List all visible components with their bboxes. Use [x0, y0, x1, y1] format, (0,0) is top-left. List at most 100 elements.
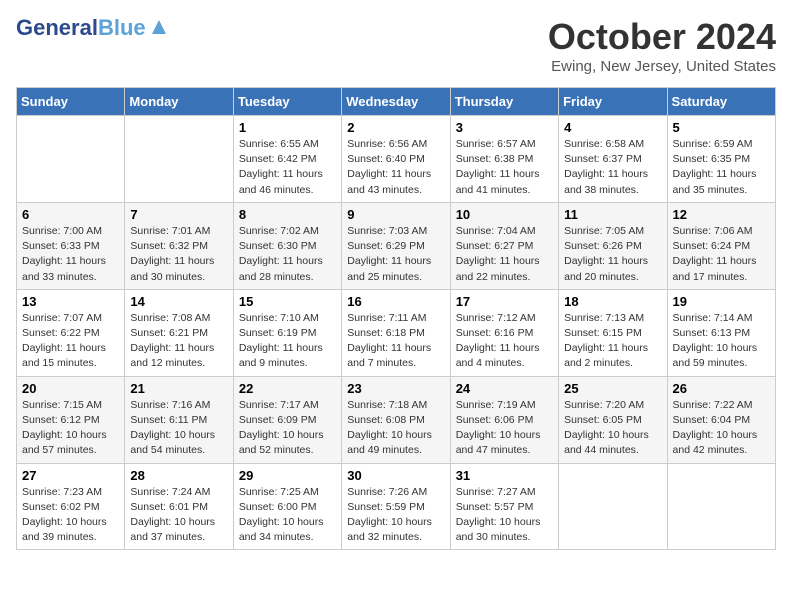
day-number: 1 [239, 120, 336, 135]
day-info: Sunrise: 7:17 AM Sunset: 6:09 PM Dayligh… [239, 398, 336, 459]
calendar-cell: 12 Sunrise: 7:06 AM Sunset: 6:24 PM Dayli… [667, 202, 775, 289]
weekday-header-wednesday: Wednesday [342, 88, 450, 116]
day-info: Sunrise: 7:06 AM Sunset: 6:24 PM Dayligh… [673, 224, 770, 285]
calendar-week-row: 6 Sunrise: 7:00 AM Sunset: 6:33 PM Daylig… [17, 202, 776, 289]
calendar-cell: 10 Sunrise: 7:04 AM Sunset: 6:27 PM Dayli… [450, 202, 558, 289]
calendar-cell [559, 463, 667, 550]
calendar-cell: 28 Sunrise: 7:24 AM Sunset: 6:01 PM Dayli… [125, 463, 233, 550]
day-number: 29 [239, 468, 336, 483]
calendar-cell [667, 463, 775, 550]
calendar-cell [125, 116, 233, 203]
day-info: Sunrise: 7:15 AM Sunset: 6:12 PM Dayligh… [22, 398, 119, 459]
calendar-cell: 14Sunrise: 7:08 AM Sunset: 6:21 PM Dayli… [125, 289, 233, 376]
day-info: Sunrise: 7:13 AM Sunset: 6:15 PM Dayligh… [564, 311, 661, 372]
day-number: 23 [347, 381, 444, 396]
location: Ewing, New Jersey, United States [548, 58, 776, 75]
calendar-cell: 6 Sunrise: 7:00 AM Sunset: 6:33 PM Daylig… [17, 202, 125, 289]
day-number: 31 [456, 468, 553, 483]
day-number: 8 [239, 207, 336, 222]
calendar-cell: 9 Sunrise: 7:03 AM Sunset: 6:29 PM Daylig… [342, 202, 450, 289]
day-info: Sunrise: 6:55 AM Sunset: 6:42 PM Dayligh… [239, 137, 336, 198]
calendar-cell: 23 Sunrise: 7:18 AM Sunset: 6:08 PM Dayli… [342, 376, 450, 463]
day-number: 28 [130, 468, 227, 483]
day-info: Sunrise: 7:23 AM Sunset: 6:02 PM Dayligh… [22, 485, 119, 546]
day-number: 21 [130, 381, 227, 396]
day-number: 30 [347, 468, 444, 483]
day-number: 19 [673, 294, 770, 309]
day-number: 17 [456, 294, 553, 309]
day-number: 4 [564, 120, 661, 135]
calendar-week-row: 27 Sunrise: 7:23 AM Sunset: 6:02 PM Dayli… [17, 463, 776, 550]
day-info: Sunrise: 7:12 AM Sunset: 6:16 PM Dayligh… [456, 311, 553, 372]
day-number: 18 [564, 294, 661, 309]
calendar-header-row: SundayMondayTuesdayWednesdayThursdayFrid… [17, 88, 776, 116]
day-number: 5 [673, 120, 770, 135]
calendar-cell: 4Sunrise: 6:58 AM Sunset: 6:37 PM Daylig… [559, 116, 667, 203]
weekday-header-thursday: Thursday [450, 88, 558, 116]
day-number: 16 [347, 294, 444, 309]
day-number: 26 [673, 381, 770, 396]
day-number: 10 [456, 207, 553, 222]
day-info: Sunrise: 7:10 AM Sunset: 6:19 PM Dayligh… [239, 311, 336, 372]
day-number: 9 [347, 207, 444, 222]
day-info: Sunrise: 7:04 AM Sunset: 6:27 PM Dayligh… [456, 224, 553, 285]
calendar-cell: 25 Sunrise: 7:20 AM Sunset: 6:05 PM Dayli… [559, 376, 667, 463]
day-info: Sunrise: 7:19 AM Sunset: 6:06 PM Dayligh… [456, 398, 553, 459]
logo-icon [148, 16, 170, 38]
day-info: Sunrise: 7:07 AM Sunset: 6:22 PM Dayligh… [22, 311, 119, 372]
calendar-week-row: 13Sunrise: 7:07 AM Sunset: 6:22 PM Dayli… [17, 289, 776, 376]
day-info: Sunrise: 7:03 AM Sunset: 6:29 PM Dayligh… [347, 224, 444, 285]
day-number: 12 [673, 207, 770, 222]
calendar-cell: 1 Sunrise: 6:55 AM Sunset: 6:42 PM Daylig… [233, 116, 341, 203]
day-number: 24 [456, 381, 553, 396]
day-info: Sunrise: 6:56 AM Sunset: 6:40 PM Dayligh… [347, 137, 444, 198]
day-info: Sunrise: 6:57 AM Sunset: 6:38 PM Dayligh… [456, 137, 553, 198]
calendar-cell: 16 Sunrise: 7:11 AM Sunset: 6:18 PM Dayli… [342, 289, 450, 376]
day-info: Sunrise: 7:22 AM Sunset: 6:04 PM Dayligh… [673, 398, 770, 459]
calendar-cell: 8 Sunrise: 7:02 AM Sunset: 6:30 PM Daylig… [233, 202, 341, 289]
day-number: 15 [239, 294, 336, 309]
day-number: 7 [130, 207, 227, 222]
day-info: Sunrise: 7:01 AM Sunset: 6:32 PM Dayligh… [130, 224, 227, 285]
title-section: October 2024 Ewing, New Jersey, United S… [548, 16, 776, 75]
calendar-cell: 26 Sunrise: 7:22 AM Sunset: 6:04 PM Dayli… [667, 376, 775, 463]
calendar-cell: 18 Sunrise: 7:13 AM Sunset: 6:15 PM Dayli… [559, 289, 667, 376]
day-number: 20 [22, 381, 119, 396]
calendar-cell: 29 Sunrise: 7:25 AM Sunset: 6:00 PM Dayli… [233, 463, 341, 550]
calendar-cell [17, 116, 125, 203]
day-info: Sunrise: 7:02 AM Sunset: 6:30 PM Dayligh… [239, 224, 336, 285]
weekday-header-monday: Monday [125, 88, 233, 116]
calendar-cell: 27 Sunrise: 7:23 AM Sunset: 6:02 PM Dayli… [17, 463, 125, 550]
day-number: 25 [564, 381, 661, 396]
weekday-header-tuesday: Tuesday [233, 88, 341, 116]
calendar-cell: 15 Sunrise: 7:10 AM Sunset: 6:19 PM Dayli… [233, 289, 341, 376]
calendar-cell: 11Sunrise: 7:05 AM Sunset: 6:26 PM Dayli… [559, 202, 667, 289]
logo: GeneralBlue [16, 16, 170, 40]
day-number: 22 [239, 381, 336, 396]
calendar-cell: 17 Sunrise: 7:12 AM Sunset: 6:16 PM Dayli… [450, 289, 558, 376]
day-info: Sunrise: 7:00 AM Sunset: 6:33 PM Dayligh… [22, 224, 119, 285]
day-info: Sunrise: 7:25 AM Sunset: 6:00 PM Dayligh… [239, 485, 336, 546]
calendar-cell: 20 Sunrise: 7:15 AM Sunset: 6:12 PM Dayli… [17, 376, 125, 463]
logo-text: GeneralBlue [16, 16, 146, 40]
day-info: Sunrise: 6:59 AM Sunset: 6:35 PM Dayligh… [673, 137, 770, 198]
month-title: October 2024 [548, 16, 776, 58]
day-number: 6 [22, 207, 119, 222]
day-info: Sunrise: 7:26 AM Sunset: 5:59 PM Dayligh… [347, 485, 444, 546]
day-number: 27 [22, 468, 119, 483]
weekday-header-friday: Friday [559, 88, 667, 116]
calendar-cell: 19Sunrise: 7:14 AM Sunset: 6:13 PM Dayli… [667, 289, 775, 376]
calendar-cell: 21Sunrise: 7:16 AM Sunset: 6:11 PM Dayli… [125, 376, 233, 463]
calendar-cell: 30 Sunrise: 7:26 AM Sunset: 5:59 PM Dayli… [342, 463, 450, 550]
day-info: Sunrise: 7:24 AM Sunset: 6:01 PM Dayligh… [130, 485, 227, 546]
day-info: Sunrise: 7:11 AM Sunset: 6:18 PM Dayligh… [347, 311, 444, 372]
day-number: 11 [564, 207, 661, 222]
calendar-cell: 7 Sunrise: 7:01 AM Sunset: 6:32 PM Daylig… [125, 202, 233, 289]
day-info: Sunrise: 7:27 AM Sunset: 5:57 PM Dayligh… [456, 485, 553, 546]
day-info: Sunrise: 7:18 AM Sunset: 6:08 PM Dayligh… [347, 398, 444, 459]
day-number: 3 [456, 120, 553, 135]
page-header: GeneralBlue October 2024 Ewing, New Jers… [16, 16, 776, 75]
day-number: 2 [347, 120, 444, 135]
day-info: Sunrise: 7:20 AM Sunset: 6:05 PM Dayligh… [564, 398, 661, 459]
calendar-cell: 3 Sunrise: 6:57 AM Sunset: 6:38 PM Daylig… [450, 116, 558, 203]
